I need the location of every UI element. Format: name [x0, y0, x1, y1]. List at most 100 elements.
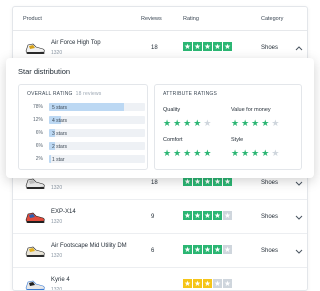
chevron-up-icon[interactable]: [293, 41, 305, 53]
star-rating: ★ ★ ★ ★ ★: [183, 279, 232, 288]
distribution-percent: 6%: [35, 130, 43, 136]
review-count: 18 reviews: [75, 91, 102, 97]
star-empty-icon: ★: [223, 244, 232, 254]
table-row[interactable]: Kyrie 4 1320 ★ ★ ★ ★ ★: [13, 268, 307, 291]
header-product[interactable]: Product: [23, 16, 42, 22]
category-cell: Shoes: [261, 214, 279, 220]
star-filled-icon: ★: [193, 210, 202, 220]
distribution-bar[interactable]: 3 stars: [49, 129, 145, 137]
star-filled-icon: ★: [241, 148, 250, 158]
product-price: 1320: [51, 287, 63, 291]
product-price: 1320: [51, 253, 63, 259]
distribution-label: 3 stars: [52, 130, 68, 137]
product-thumbnail: [23, 239, 47, 263]
star-filled-icon: ★: [261, 118, 270, 128]
distribution-row[interactable]: 78% 5 stars: [27, 103, 145, 112]
distribution-percent: 78%: [32, 104, 43, 110]
category-cell: Shoes: [261, 248, 279, 254]
distribution-bar[interactable]: 4 stars: [49, 116, 145, 124]
star-rating: ★ ★ ★ ★ ★: [183, 245, 232, 254]
panel-title: Star distribution: [18, 67, 71, 76]
star-filled-icon: ★: [193, 176, 202, 186]
star-distribution-panel: Star distribution OVERALL RATING 18 revie…: [6, 58, 314, 178]
distribution-bar-fill: [49, 155, 51, 163]
distribution-row[interactable]: 12% 4 stars: [27, 116, 145, 125]
star-filled-icon: ★: [163, 118, 172, 128]
product-name[interactable]: Kyrie 4: [51, 277, 70, 283]
attribute-ratings-box: ATTRIBUTE RATINGS Quality ★ ★ ★ ★ ★ Value for …: [154, 84, 302, 170]
overall-rating-box: OVERALL RATING 18 reviews 78% 5 stars 12% 4 …: [18, 84, 148, 170]
star-filled-icon: ★: [193, 41, 202, 51]
distribution-percent: 2%: [35, 156, 43, 162]
star-filled-icon: ★: [163, 148, 172, 158]
distribution-row[interactable]: 6% 2 stars: [27, 142, 145, 151]
product-thumbnail: [23, 36, 47, 60]
category-cell: Shoes: [261, 45, 279, 51]
header-reviews[interactable]: Reviews: [141, 16, 162, 22]
star-filled-icon: ★: [231, 148, 240, 158]
star-empty-icon: ★: [223, 278, 232, 288]
star-rating: ★ ★ ★ ★ ★: [183, 211, 232, 220]
star-filled-icon: ★: [183, 176, 192, 186]
star-filled-icon: ★: [203, 278, 212, 288]
distribution-label: 4 stars: [52, 117, 68, 124]
attribute-name: Comfort: [163, 137, 183, 143]
chevron-down-icon[interactable]: [293, 210, 305, 222]
star-filled-icon: ★: [251, 148, 260, 158]
star-filled-icon: ★: [173, 118, 182, 128]
attribute-name: Value for money: [231, 107, 271, 113]
table-row[interactable]: EXP-X14 1320 9 ★ ★ ★ ★ ★ Shoes: [13, 200, 307, 234]
review-count-cell: 18: [151, 45, 158, 51]
star-filled-icon: ★: [203, 210, 212, 220]
star-filled-icon: ★: [193, 118, 202, 128]
category-cell: Shoes: [261, 180, 279, 186]
review-count-cell: 18: [151, 180, 158, 186]
star-filled-icon: ★: [203, 176, 212, 186]
star-empty-icon: ★: [271, 148, 280, 158]
distribution-bar[interactable]: 2 stars: [49, 142, 145, 150]
star-filled-icon: ★: [193, 148, 202, 158]
attribute-name: Style: [231, 137, 244, 143]
distribution-percent: 12%: [32, 117, 43, 123]
review-count-cell: 6: [151, 248, 155, 254]
star-filled-icon: ★: [213, 210, 222, 220]
overall-rating-heading: OVERALL RATING 18 reviews: [27, 91, 102, 97]
star-filled-icon: ★: [231, 118, 240, 128]
overall-rating-label: OVERALL RATING: [27, 91, 73, 97]
star-filled-icon: ★: [223, 176, 232, 186]
table-row[interactable]: Air Footscape Mid Utility DM 1320 6 ★ ★ ★ ★ ★ Sh…: [13, 234, 307, 268]
product-name[interactable]: Air Force High Top: [51, 40, 101, 46]
distribution-bar[interactable]: 5 stars: [49, 103, 145, 111]
distribution-label: 2 stars: [52, 143, 68, 150]
distribution-bar[interactable]: 1 star: [49, 155, 145, 163]
header-category[interactable]: Category: [261, 16, 283, 22]
star-rating: ★ ★ ★ ★ ★: [183, 177, 232, 186]
header-rating[interactable]: Rating: [183, 16, 199, 22]
star-filled-icon: ★: [251, 118, 260, 128]
product-thumbnail: [23, 273, 47, 290]
star-rating: ★ ★ ★ ★ ★: [183, 42, 232, 51]
distribution-row[interactable]: 6% 3 stars: [27, 129, 145, 138]
distribution-label: 1 star: [52, 156, 65, 163]
distribution-row[interactable]: 2% 1 star: [27, 155, 145, 164]
product-price: 1320: [51, 50, 63, 56]
product-name[interactable]: Air Footscape Mid Utility DM: [51, 243, 127, 249]
star-filled-icon: ★: [213, 244, 222, 254]
product-thumbnail: [23, 205, 47, 229]
star-filled-icon: ★: [183, 41, 192, 51]
star-empty-icon: ★: [203, 118, 212, 128]
distribution-label: 5 stars: [52, 104, 68, 111]
chevron-down-icon[interactable]: [293, 244, 305, 256]
star-filled-icon: ★: [173, 148, 182, 158]
product-price: 1320: [51, 185, 63, 191]
star-filled-icon: ★: [193, 244, 202, 254]
star-filled-icon: ★: [261, 148, 270, 158]
star-filled-icon: ★: [223, 41, 232, 51]
star-filled-icon: ★: [183, 118, 192, 128]
attribute-stars: ★ ★ ★ ★ ★: [163, 149, 211, 158]
star-filled-icon: ★: [183, 210, 192, 220]
product-name[interactable]: EXP-X14: [51, 209, 76, 215]
star-filled-icon: ★: [183, 278, 192, 288]
star-filled-icon: ★: [203, 244, 212, 254]
review-count-cell: 9: [151, 214, 155, 220]
